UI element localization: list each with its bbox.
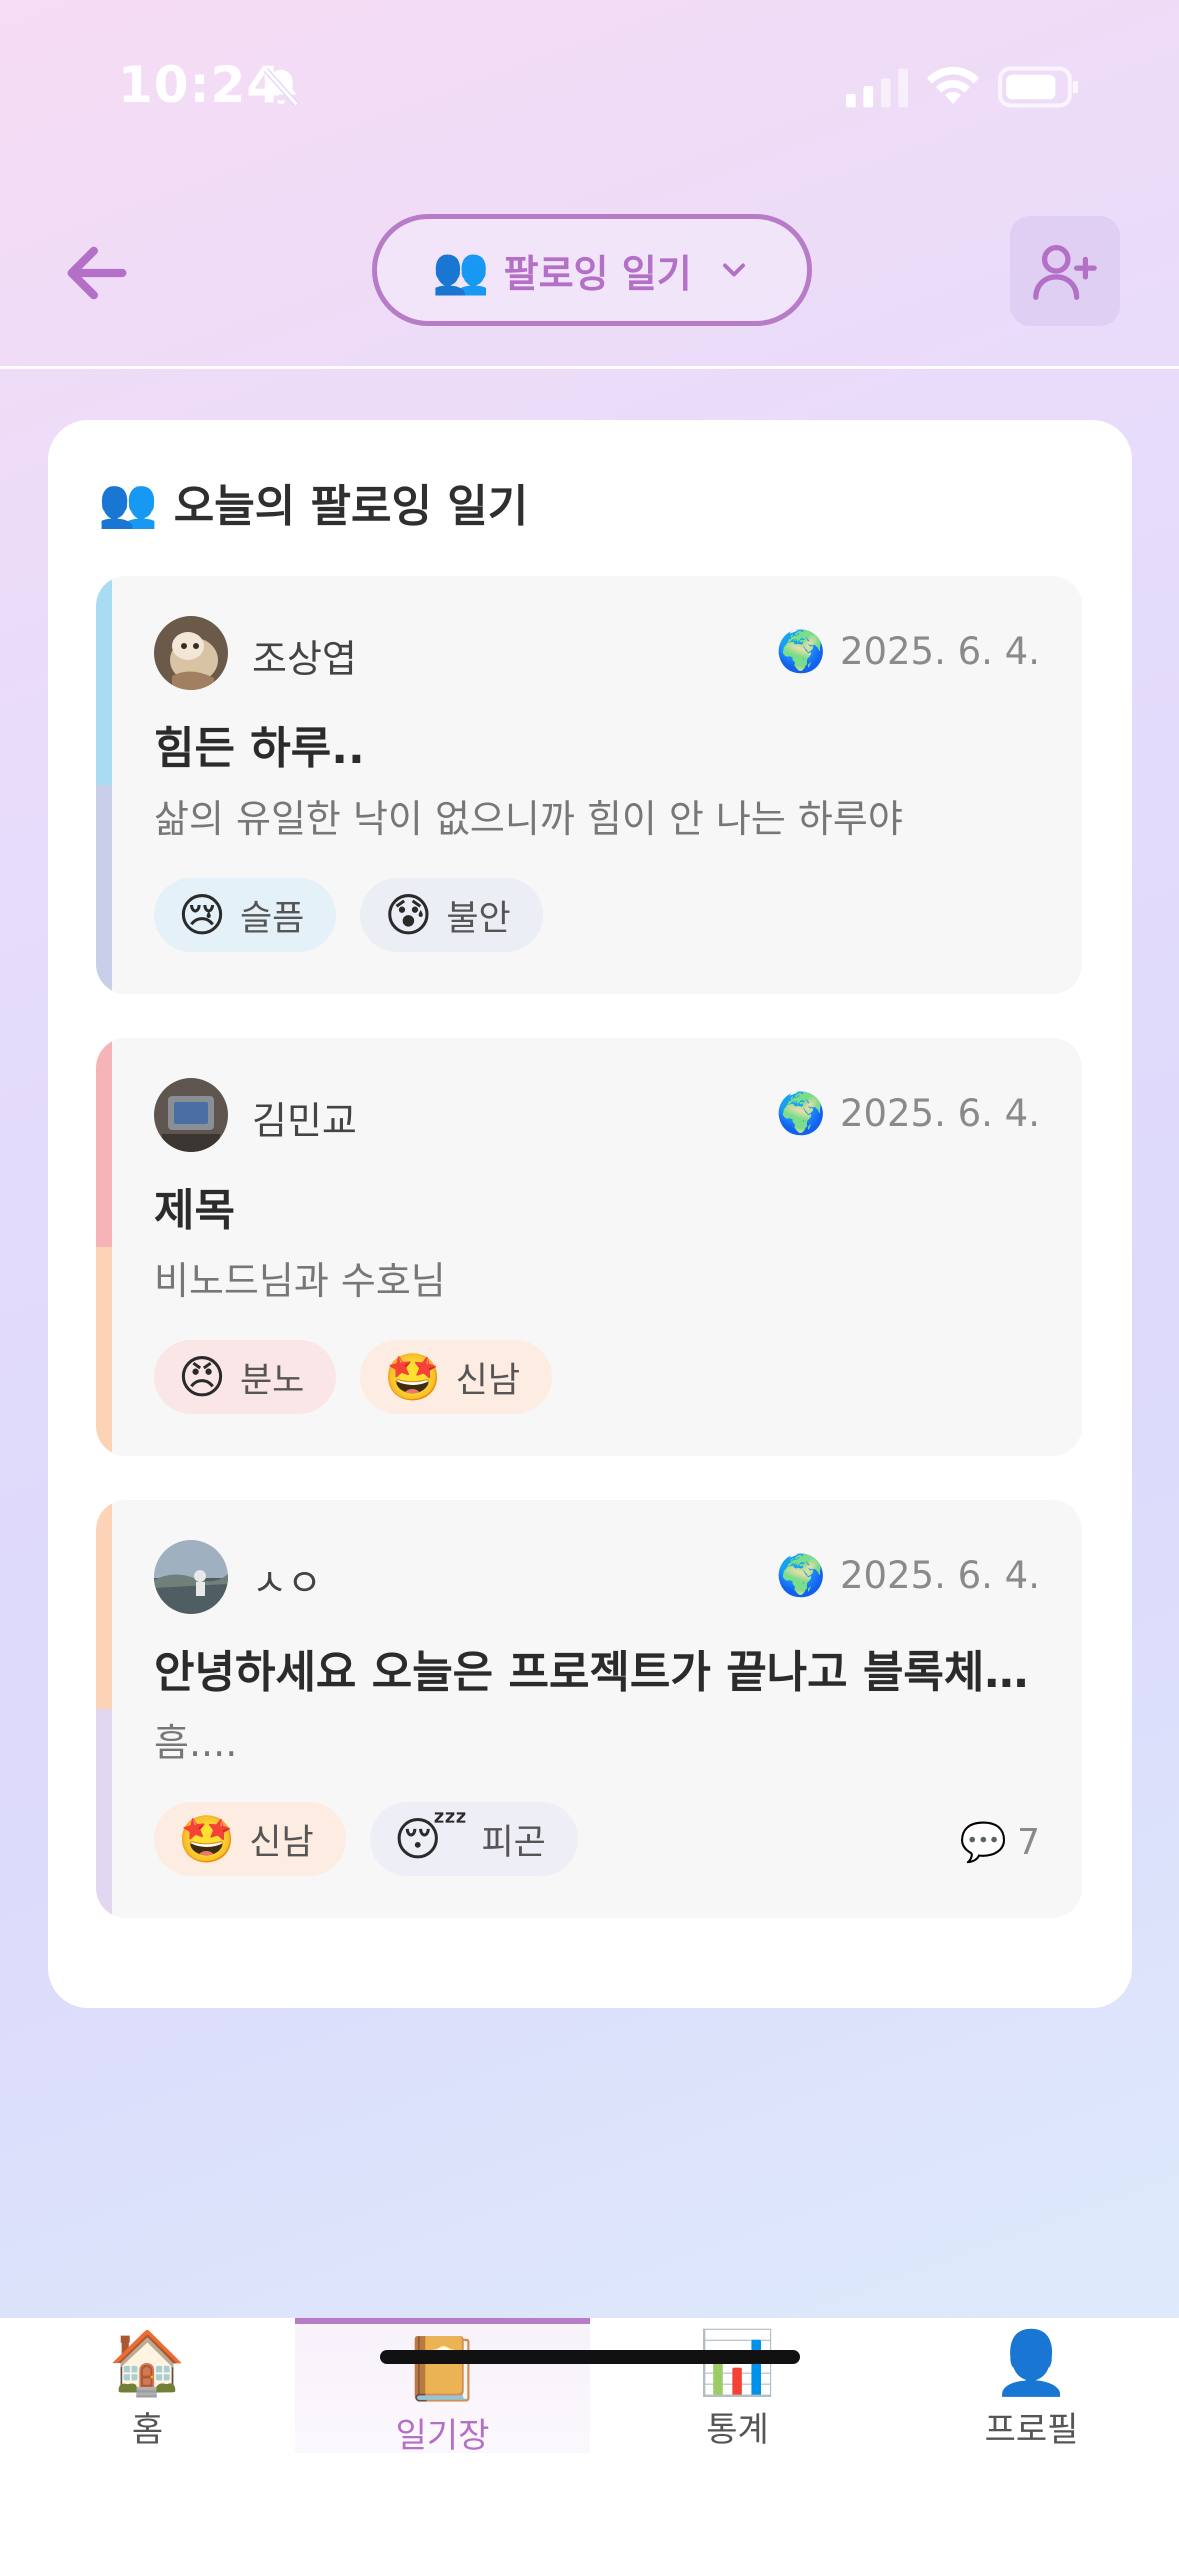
emotion-label: 슬픔 [239, 898, 305, 939]
emotion-tag: 🤩 신남 [154, 1802, 346, 1876]
nav-diary[interactable]: 📔 일기장 [295, 2318, 590, 2456]
cellular-signal-icon [846, 68, 908, 108]
entry-meta: 🌍 2025. 6. 4. [776, 1552, 1040, 1599]
emotion-tags: 😠 분노 🤩 신남 [154, 1340, 553, 1414]
entry-title: 제목 [154, 1185, 235, 1236]
people-icon: 👥 [432, 242, 490, 297]
header: 👥 팔로잉 일기 [0, 200, 1179, 368]
emotion-tag: 😴 피곤 [369, 1802, 578, 1876]
bell-muted-icon [263, 67, 299, 107]
emotion-tag: 😢 슬픔 [154, 878, 337, 952]
notebook-icon: 📔 [403, 2332, 482, 2405]
star-struck-face-icon: 🤩 [178, 1811, 236, 1866]
emotion-tag: 😰 불안 [360, 878, 543, 952]
angry-face-icon: 😠 [178, 1350, 226, 1404]
entry-body: 비노드님과 수호님 [154, 1259, 446, 1303]
emotion-label: 불안 [446, 898, 511, 939]
mood-stripe [96, 1500, 112, 1918]
battery-icon [998, 66, 1078, 108]
globe-icon: 🌍 [776, 1553, 826, 1599]
header-divider [0, 366, 1179, 369]
diary-entry[interactable]: 김민교 🌍 2025. 6. 4. 제목 비노드님과 수호님 😠 분노 🤩 신남 [96, 1038, 1082, 1456]
author-name: 조상엽 [252, 637, 357, 681]
avatar[interactable] [154, 1540, 228, 1614]
dropdown-label: 팔로잉 일기 [503, 251, 692, 296]
entry-body: 흠.... [154, 1721, 238, 1765]
entry-date: 2025. 6. 4. [839, 630, 1040, 673]
nav-label: 프로필 [984, 2410, 1079, 2450]
back-button[interactable] [54, 230, 140, 316]
status-bar: 10:24 [0, 0, 1179, 175]
globe-icon: 🌍 [776, 1091, 826, 1137]
entry-date: 2025. 6. 4. [839, 1092, 1040, 1135]
nav-profile[interactable]: 👤 프로필 [884, 2318, 1179, 2453]
avatar[interactable] [154, 616, 228, 690]
author-name: 김민교 [252, 1099, 357, 1143]
diary-entry[interactable]: 조상엽 🌍 2025. 6. 4. 힘든 하루.. 삶의 유일한 낙이 없으니까… [96, 576, 1082, 994]
diary-type-dropdown[interactable]: 👥 팔로잉 일기 [372, 214, 812, 326]
comment-count-label: 7 [1017, 1822, 1040, 1863]
author-name: ㅅㅇ [252, 1561, 322, 1605]
entry-meta: 🌍 2025. 6. 4. [776, 1090, 1040, 1137]
following-diary-card: 👥 오늘의 팔로잉 일기 조상엽 🌍 2025. 6. 4. 힘든 하루.. 삶… [48, 420, 1132, 2008]
house-icon: 🏠 [108, 2326, 187, 2399]
nav-stats[interactable]: 📊 통계 [590, 2318, 885, 2453]
emotion-tags: 😢 슬픔 😰 불안 [154, 878, 543, 952]
emotion-label: 신남 [249, 1822, 314, 1863]
home-indicator [380, 2350, 800, 2364]
entry-title: 힘든 하루.. [154, 723, 365, 774]
chevron-down-icon [722, 263, 745, 277]
nav-label: 홈 [131, 2410, 164, 2450]
people-icon: 👥 [98, 474, 158, 531]
nav-label: 일기장 [395, 2416, 490, 2456]
entry-date: 2025. 6. 4. [839, 1554, 1040, 1597]
emotion-tags: 🤩 신남 😴 피곤 [154, 1802, 578, 1876]
emotion-label: 분노 [239, 1360, 305, 1401]
emotion-tag: 🤩 신남 [360, 1340, 553, 1414]
mood-stripe [96, 1038, 112, 1456]
emotion-label: 피곤 [481, 1822, 546, 1863]
comment-count[interactable]: 💬 7 [960, 1820, 1040, 1865]
entry-meta: 🌍 2025. 6. 4. [776, 628, 1040, 675]
avatar[interactable] [154, 1078, 228, 1152]
section-title: 👥 오늘의 팔로잉 일기 [98, 470, 528, 534]
add-friend-button[interactable] [1010, 216, 1120, 326]
emotion-label: 신남 [455, 1360, 521, 1401]
entry-body: 삶의 유일한 낙이 없으니까 힘이 안 나는 하루야 [154, 797, 903, 841]
back-arrow-icon [67, 246, 127, 300]
diary-entry[interactable]: ㅅㅇ 🌍 2025. 6. 4. 안녕하세요 오늘은 프로젝트가 끝나고 블록체… [96, 1500, 1082, 1918]
globe-icon: 🌍 [776, 629, 826, 675]
section-title-label: 오늘의 팔로잉 일기 [173, 481, 529, 532]
speech-bubble-icon: 💬 [959, 1820, 1008, 1864]
sad-face-icon: 😢 [178, 888, 226, 942]
mood-stripe [96, 576, 112, 994]
nav-home[interactable]: 🏠 홈 [0, 2318, 295, 2453]
profile-icon: 👤 [992, 2326, 1071, 2399]
anxious-face-icon: 😰 [384, 888, 433, 942]
nav-label: 통계 [706, 2410, 769, 2450]
wifi-icon [927, 66, 979, 104]
star-struck-face-icon: 🤩 [384, 1349, 442, 1404]
entry-title: 안녕하세요 오늘은 프로젝트가 끝나고 블록체인… [154, 1647, 1034, 1698]
add-user-icon [1033, 245, 1097, 300]
emotion-tag: 😠 분노 [154, 1340, 337, 1414]
sleeping-face-icon: 😴 [393, 1812, 468, 1866]
